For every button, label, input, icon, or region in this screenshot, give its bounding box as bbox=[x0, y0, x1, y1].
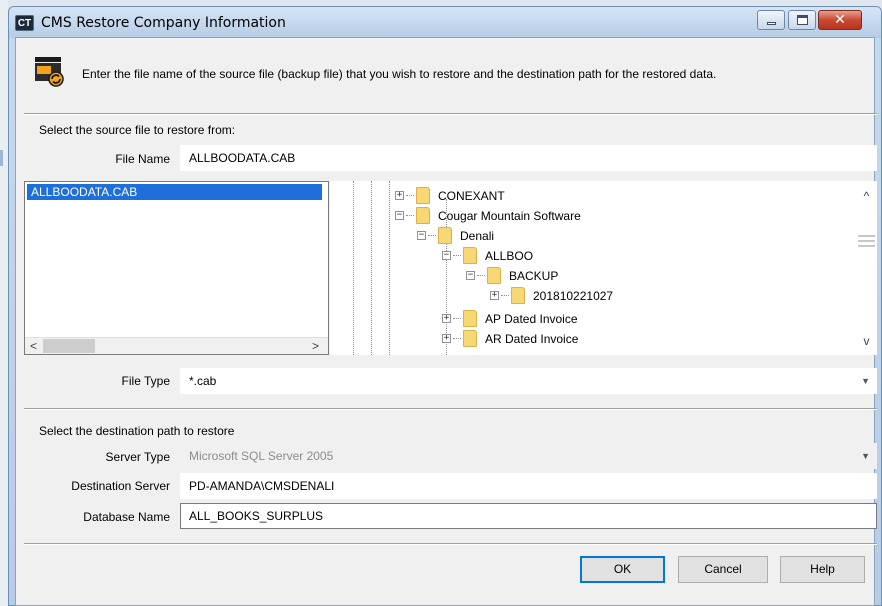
folder-icon bbox=[416, 207, 430, 225]
chevron-down-icon: ▼ bbox=[861, 451, 870, 461]
scroll-left-icon[interactable]: < bbox=[25, 338, 42, 354]
maximize-button[interactable] bbox=[788, 10, 816, 30]
tree-node-label: BACKUP bbox=[509, 268, 559, 283]
source-section-label: Select the source file to restore from: bbox=[39, 123, 236, 137]
tree-node-denali[interactable]: − Denali bbox=[417, 226, 495, 245]
header-instructions: Enter the file name of the source file (… bbox=[82, 67, 717, 81]
folder-icon bbox=[416, 187, 430, 205]
scroll-thumb[interactable] bbox=[43, 339, 95, 353]
destination-section-label: Select the destination path to restore bbox=[39, 424, 235, 438]
title-bar[interactable]: CT CMS Restore Company Information ✕ bbox=[9, 7, 881, 38]
collapse-icon[interactable]: − bbox=[442, 251, 451, 261]
collapse-icon[interactable]: − bbox=[417, 231, 426, 241]
file-type-value: *.cab bbox=[189, 374, 217, 388]
tree-node-label: ALLBOO bbox=[485, 248, 534, 263]
cancel-button[interactable]: Cancel bbox=[678, 556, 768, 583]
destination-server-label: Destination Server bbox=[71, 479, 170, 493]
file-name-label: File Name bbox=[115, 152, 170, 166]
database-name-input[interactable]: ALL_BOOKS_SURPLUS bbox=[180, 503, 877, 529]
source-file-list[interactable]: ALLBOODATA.CAB < > bbox=[24, 181, 329, 355]
tree-node-201810221027[interactable]: +201810221027 bbox=[490, 286, 614, 305]
database-name-label: Database Name bbox=[83, 510, 170, 524]
file-type-label: File Type bbox=[121, 374, 170, 388]
header-divider bbox=[24, 113, 877, 115]
tree-node-backup[interactable]: − BACKUP bbox=[466, 266, 559, 285]
expand-icon[interactable]: + bbox=[442, 334, 451, 344]
folder-icon bbox=[463, 310, 477, 328]
list-item-selected[interactable]: ALLBOODATA.CAB bbox=[27, 184, 322, 200]
tree-node-ar-dated-invoice[interactable]: + AR Dated Invoice bbox=[442, 329, 579, 348]
close-button[interactable]: ✕ bbox=[818, 10, 862, 30]
tree-node-label: AR Dated Invoice bbox=[485, 331, 579, 346]
scroll-thumb[interactable] bbox=[858, 232, 875, 250]
restore-database-icon bbox=[35, 57, 64, 87]
folder-icon bbox=[487, 267, 501, 285]
folder-icon bbox=[438, 227, 452, 245]
collapse-icon[interactable]: − bbox=[466, 271, 475, 281]
collapse-icon[interactable]: − bbox=[395, 211, 404, 221]
help-button[interactable]: Help bbox=[780, 556, 865, 583]
destination-server-input[interactable]: PD-AMANDA\CMSDENALI bbox=[180, 473, 877, 499]
scroll-up-icon[interactable]: ^ bbox=[858, 188, 875, 205]
folder-icon bbox=[511, 287, 525, 305]
file-name-input[interactable]: ALLBOODATA.CAB bbox=[180, 145, 877, 171]
tree-vertical-scrollbar[interactable]: ^ v bbox=[856, 181, 877, 355]
tree-node-conexant[interactable]: + CONEXANT bbox=[395, 186, 505, 205]
tree-node-label: 201810221027 bbox=[533, 288, 614, 303]
tree-node-label: Cougar Mountain Software bbox=[438, 208, 581, 223]
section-divider bbox=[24, 408, 877, 410]
tree-node-label: Denali bbox=[460, 228, 495, 243]
minimize-icon bbox=[767, 22, 776, 25]
file-list-horizontal-scrollbar[interactable]: < > bbox=[25, 337, 328, 354]
server-type-select[interactable]: Microsoft SQL Server 2005 ▼ bbox=[180, 443, 877, 469]
scroll-right-icon[interactable]: > bbox=[307, 338, 324, 354]
folder-icon bbox=[463, 330, 477, 348]
tree-node-allboo[interactable]: − ALLBOO bbox=[442, 246, 534, 265]
tree-node-ap-dated-invoice[interactable]: + AP Dated Invoice bbox=[442, 309, 578, 328]
scroll-down-icon[interactable]: v bbox=[858, 333, 875, 350]
close-icon: ✕ bbox=[834, 12, 846, 28]
desktop-edge bbox=[0, 0, 8, 606]
server-type-value: Microsoft SQL Server 2005 bbox=[189, 449, 334, 463]
chevron-down-icon: ▼ bbox=[861, 376, 870, 386]
expand-icon[interactable]: + bbox=[490, 291, 499, 301]
maximize-icon bbox=[797, 15, 808, 25]
app-icon: CT bbox=[15, 15, 34, 31]
ok-button[interactable]: OK bbox=[580, 556, 665, 583]
window-title: CMS Restore Company Information bbox=[41, 15, 286, 31]
tree-node-cougar-mountain-software[interactable]: − Cougar Mountain Software bbox=[395, 206, 581, 225]
tree-node-label: CONEXANT bbox=[438, 188, 505, 203]
tree-node-label: AP Dated Invoice bbox=[485, 311, 578, 326]
server-type-label: Server Type bbox=[105, 450, 170, 464]
button-divider bbox=[24, 543, 877, 545]
minimize-button[interactable] bbox=[757, 10, 785, 30]
file-type-select[interactable]: *.cab ▼ bbox=[180, 368, 877, 394]
expand-icon[interactable]: + bbox=[442, 314, 451, 324]
directory-tree[interactable]: + CONEXANT − Cougar Mountain Software − Den… bbox=[330, 181, 877, 355]
expand-icon[interactable]: + bbox=[395, 191, 404, 201]
folder-icon bbox=[463, 247, 477, 265]
